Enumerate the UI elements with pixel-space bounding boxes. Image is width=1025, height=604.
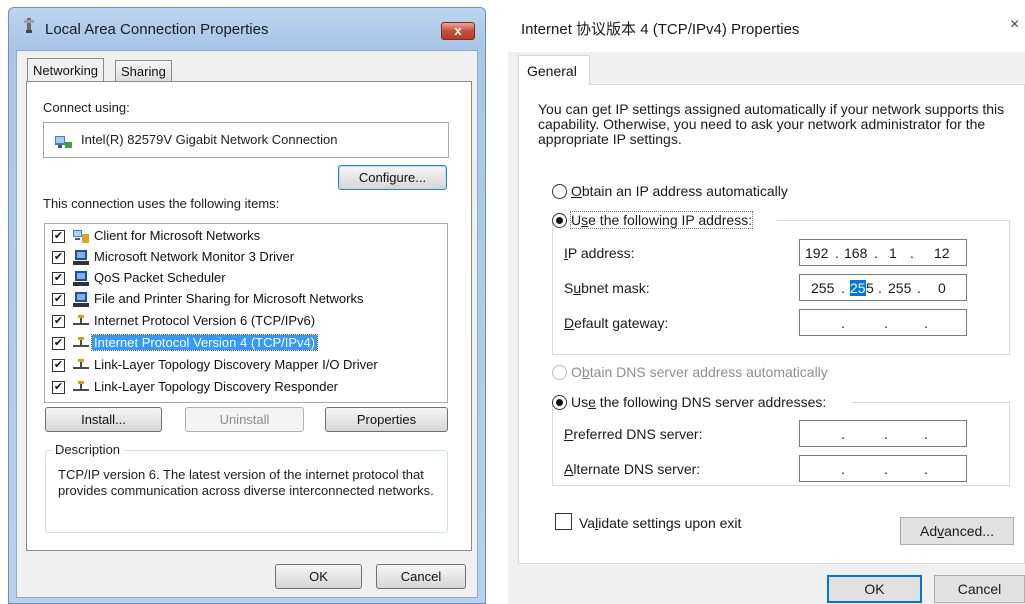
item-label: Internet Protocol Version 4 (TCP/IPv4)	[90, 334, 319, 351]
item-checkbox[interactable]: ✔	[52, 381, 65, 394]
default-gateway-label: Default gateway:	[564, 315, 669, 331]
item-checkbox[interactable]: ✔	[52, 272, 65, 285]
protocol-icon	[72, 379, 90, 396]
preferred-dns-input[interactable]: ...	[799, 420, 967, 447]
item-label: Microsoft Network Monitor 3 Driver	[94, 249, 295, 264]
list-item[interactable]: ✔ Internet Protocol Version 6 (TCP/IPv6)	[50, 312, 442, 331]
validate-checkbox[interactable]	[555, 513, 572, 530]
item-label: Client for Microsoft Networks	[94, 228, 261, 243]
item-checkbox[interactable]: ✔	[52, 315, 65, 328]
use-ip-radio[interactable]	[552, 213, 567, 228]
protocol-icon	[72, 357, 90, 374]
obtain-dns-auto-label: Obtain DNS server address automatically	[571, 364, 828, 380]
adapter-name: Intel(R) 82579V Gigabit Network Connecti…	[81, 132, 338, 147]
general-panel: You can get IP settings assigned automat…	[518, 84, 1025, 564]
item-checkbox[interactable]: ✔	[52, 230, 65, 243]
list-item[interactable]: ✔ QoS Packet Scheduler	[50, 269, 442, 288]
use-dns-radio[interactable]	[552, 395, 567, 410]
properties-button[interactable]: Properties	[325, 407, 448, 432]
network-service-icon	[72, 249, 90, 266]
ipv4-properties-window: Internet 协议版本 4 (TCP/IPv4) Properties × …	[508, 0, 1025, 604]
item-checkbox[interactable]: ✔	[52, 251, 65, 264]
use-dns-label: Use the following DNS server addresses:	[571, 394, 827, 410]
list-item[interactable]: ✔ Microsoft Network Monitor 3 Driver	[50, 248, 442, 267]
tab-networking[interactable]: Networking	[27, 58, 105, 82]
item-label: Link-Layer Topology Discovery Mapper I/O…	[94, 357, 378, 372]
subnet-mask-input[interactable]: 255 . 25 5 . 255 . 0	[799, 274, 967, 301]
install-button[interactable]: Install...	[45, 407, 162, 432]
adapter-field: Intel(R) 82579V Gigabit Network Connecti…	[43, 122, 449, 158]
item-checkbox[interactable]: ✔	[52, 337, 65, 350]
ip-address-input[interactable]: 192 . 168 . 1 . 12	[799, 239, 967, 266]
local-area-connection-properties-window: Local Area Connection Properties x Netwo…	[8, 7, 486, 604]
preferred-dns-label: Preferred DNS server:	[564, 426, 703, 442]
item-label: Internet Protocol Version 6 (TCP/IPv6)	[94, 313, 316, 328]
item-checkbox[interactable]: ✔	[52, 359, 65, 372]
protocol-icon	[72, 313, 90, 330]
list-item[interactable]: ✔ Link-Layer Topology Discovery Responde…	[50, 378, 442, 397]
item-label: File and Printer Sharing for Microsoft N…	[94, 291, 364, 306]
title-bar: Local Area Connection Properties x	[9, 8, 485, 42]
ok-button[interactable]: OK	[275, 564, 362, 589]
cancel-button[interactable]: Cancel	[376, 564, 466, 589]
description-text: TCP/IP version 6. The latest version of …	[58, 467, 434, 498]
list-item[interactable]: ✔ Client for Microsoft Networks	[50, 227, 442, 246]
network-service-icon	[72, 291, 90, 308]
use-ip-label: Use the following IP address:	[569, 211, 754, 229]
tab-sharing[interactable]: Sharing	[115, 60, 172, 82]
network-service-icon	[72, 270, 90, 287]
list-item[interactable]: ✔ Link-Layer Topology Discovery Mapper I…	[50, 356, 442, 375]
network-adapter-icon	[20, 18, 38, 34]
title-bar: Internet 协议版本 4 (TCP/IPv4) Properties ×	[508, 0, 1025, 52]
close-icon: x	[454, 23, 462, 38]
alternate-dns-input[interactable]: ...	[799, 455, 967, 482]
uninstall-button[interactable]: Uninstall	[185, 407, 304, 432]
item-checkbox[interactable]: ✔	[52, 293, 65, 306]
item-label: Link-Layer Topology Discovery Responder	[94, 379, 338, 394]
list-item-selected[interactable]: ✔ Internet Protocol Version 4 (TCP/IPv4)	[50, 334, 442, 353]
items-label: This connection uses the following items…	[43, 196, 280, 211]
ip-address-label: IP address:	[564, 245, 635, 261]
intro-text: You can get IP settings assigned automat…	[538, 101, 1005, 147]
description-legend: Description	[52, 442, 124, 457]
list-item[interactable]: ✔ File and Printer Sharing for Microsoft…	[50, 290, 442, 309]
obtain-dns-auto-radio[interactable]	[552, 365, 567, 380]
obtain-ip-auto-label: Obtain an IP address automatically	[571, 183, 788, 199]
default-gateway-input[interactable]: ...	[799, 309, 967, 336]
adapter-icon	[54, 132, 74, 155]
selected-text: 25	[850, 280, 866, 296]
configure-button[interactable]: Configure...	[338, 165, 447, 190]
validate-label: Validate settings upon exit	[579, 515, 742, 531]
item-label: QoS Packet Scheduler	[94, 270, 226, 285]
close-icon[interactable]: ×	[1010, 16, 1019, 34]
description-group: Description TCP/IP version 6. The latest…	[45, 442, 448, 533]
advanced-button[interactable]: Advanced...	[900, 517, 1014, 545]
cancel-button[interactable]: Cancel	[934, 575, 1025, 603]
window-title: Internet 协议版本 4 (TCP/IPv4) Properties	[521, 21, 800, 38]
obtain-ip-auto-radio[interactable]	[552, 184, 567, 199]
close-button[interactable]: x	[441, 22, 475, 40]
window-title: Local Area Connection Properties	[45, 21, 269, 38]
alternate-dns-label: Alternate DNS server:	[564, 461, 701, 477]
protocol-icon	[72, 335, 90, 352]
subnet-mask-label: Subnet mask:	[564, 280, 650, 296]
items-list[interactable]: ✔ Client for Microsoft Networks ✔ Micros…	[44, 223, 448, 403]
tab-general[interactable]: General	[518, 55, 590, 85]
network-client-icon	[72, 228, 90, 245]
ok-button[interactable]: OK	[827, 575, 922, 603]
connect-using-label: Connect using:	[43, 100, 130, 115]
